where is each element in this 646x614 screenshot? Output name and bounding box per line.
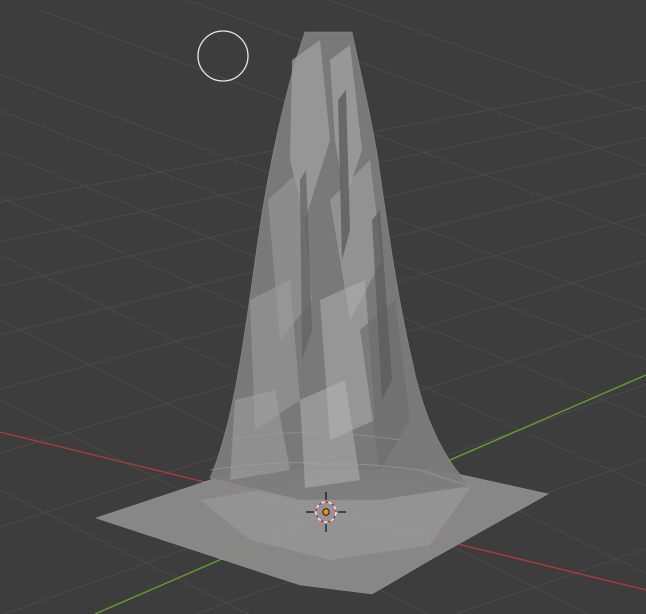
terrain-mesh[interactable] [95, 31, 549, 595]
3d-viewport[interactable] [0, 0, 646, 614]
viewport-canvas[interactable] [0, 0, 646, 614]
object-origin-icon[interactable] [322, 508, 330, 516]
brush-circle-icon [197, 30, 249, 82]
